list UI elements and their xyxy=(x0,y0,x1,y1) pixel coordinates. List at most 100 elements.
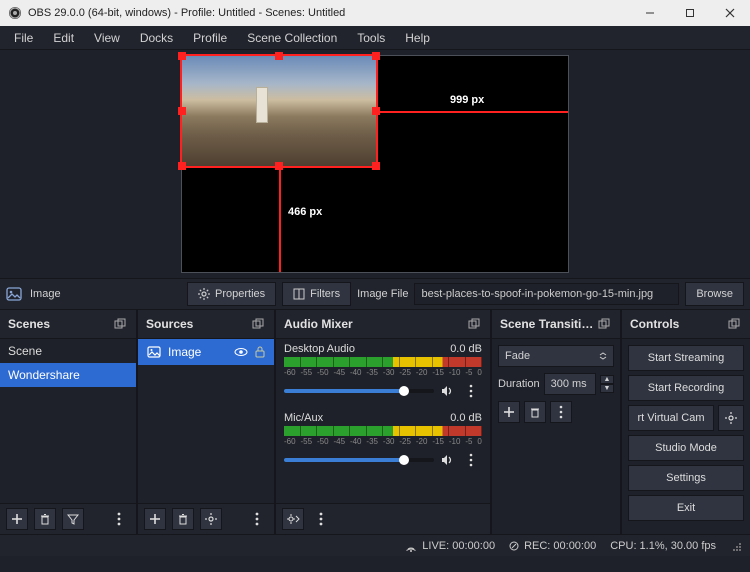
filters-icon xyxy=(293,288,305,300)
mixer-channel-more-button[interactable] xyxy=(460,449,482,471)
studio-mode-button[interactable]: Studio Mode xyxy=(628,435,744,461)
add-source-button[interactable] xyxy=(144,508,166,530)
record-icon xyxy=(509,541,519,551)
width-label: 999 px xyxy=(450,94,484,106)
add-scene-button[interactable] xyxy=(6,508,28,530)
scenes-list[interactable]: Scene Wondershare xyxy=(0,339,136,503)
chevron-updown-icon xyxy=(599,352,607,360)
preview-source-image[interactable] xyxy=(182,56,376,166)
menu-view[interactable]: View xyxy=(84,27,130,49)
filter-icon xyxy=(67,513,79,525)
width-guide xyxy=(376,111,568,113)
image-icon xyxy=(146,344,162,360)
sources-more-button[interactable] xyxy=(246,508,268,530)
scene-item[interactable]: Scene xyxy=(0,339,136,363)
properties-button[interactable]: Properties xyxy=(187,282,276,306)
menu-edit[interactable]: Edit xyxy=(43,27,84,49)
mixer-title: Audio Mixer xyxy=(284,317,353,331)
trash-icon xyxy=(177,513,189,525)
scenes-more-button[interactable] xyxy=(108,508,130,530)
browse-button[interactable]: Browse xyxy=(685,282,744,306)
mixer-popout-icon[interactable] xyxy=(466,316,482,332)
audio-meter xyxy=(284,357,482,367)
selected-source-label: Image xyxy=(30,288,61,300)
scene-item[interactable]: Wondershare xyxy=(0,363,136,387)
mixer-more-button[interactable] xyxy=(310,508,332,530)
filters-button[interactable]: Filters xyxy=(282,282,351,306)
image-file-field[interactable]: best-places-to-spoof-in-pokemon-go-15-mi… xyxy=(414,283,679,305)
broadcast-icon xyxy=(405,540,417,552)
remove-source-button[interactable] xyxy=(172,508,194,530)
scene-filters-button[interactable] xyxy=(62,508,84,530)
maximize-button[interactable] xyxy=(670,0,710,26)
transitions-title: Scene Transiti… xyxy=(500,317,593,331)
volume-slider[interactable] xyxy=(284,458,434,462)
preview-canvas[interactable]: 999 px 466 px xyxy=(181,55,569,273)
window-title: OBS 29.0.0 (64-bit, windows) - Profile: … xyxy=(28,7,345,19)
menu-profile[interactable]: Profile xyxy=(183,27,237,49)
sources-title: Sources xyxy=(146,317,193,331)
trash-icon xyxy=(529,406,541,418)
window-titlebar: OBS 29.0.0 (64-bit, windows) - Profile: … xyxy=(0,0,750,26)
obs-logo-icon xyxy=(8,6,22,20)
menu-docks[interactable]: Docks xyxy=(130,27,183,49)
gear-icon xyxy=(286,513,300,525)
volume-slider[interactable] xyxy=(284,389,434,393)
remove-transition-button[interactable] xyxy=(524,401,546,423)
image-file-label: Image File xyxy=(357,288,408,300)
remove-scene-button[interactable] xyxy=(34,508,56,530)
statusbar-resize-grip[interactable] xyxy=(730,540,742,552)
menu-tools[interactable]: Tools xyxy=(347,27,395,49)
meter-scale: -60-55-50-45-40-35-30-25-20-15-10-50 xyxy=(284,368,482,377)
mixer-channel-name: Mic/Aux xyxy=(284,412,323,424)
trash-icon xyxy=(39,513,51,525)
source-toolbar: Image Properties Filters Image File best… xyxy=(0,278,750,310)
source-properties-button[interactable] xyxy=(200,508,222,530)
mixer-advanced-button[interactable] xyxy=(282,508,304,530)
lock-icon[interactable] xyxy=(254,345,266,359)
scenes-popout-icon[interactable] xyxy=(112,316,128,332)
speaker-icon[interactable] xyxy=(440,384,454,398)
exit-button[interactable]: Exit xyxy=(628,495,744,521)
scenes-title: Scenes xyxy=(8,317,50,331)
gear-icon xyxy=(725,412,737,424)
status-rec: REC: 00:00:00 xyxy=(524,540,596,552)
mixer-channel-level: 0.0 dB xyxy=(450,412,482,424)
audio-meter xyxy=(284,426,482,436)
menu-help[interactable]: Help xyxy=(395,27,440,49)
add-transition-button[interactable] xyxy=(498,401,520,423)
mixer-channel-level: 0.0 dB xyxy=(450,343,482,355)
status-cpu: CPU: 1.1%, 30.00 fps xyxy=(610,540,716,552)
duration-label: Duration xyxy=(498,378,540,390)
mixer-channel-name: Desktop Audio xyxy=(284,343,355,355)
transition-more-button[interactable] xyxy=(550,401,572,423)
mixer-channel-more-button[interactable] xyxy=(460,380,482,402)
preview-area[interactable]: 999 px 466 px xyxy=(0,50,750,278)
height-guide xyxy=(279,166,281,272)
menu-file[interactable]: File xyxy=(4,27,43,49)
duration-field[interactable]: 300 ms xyxy=(544,373,596,395)
virtual-cam-settings-button[interactable] xyxy=(718,405,744,431)
settings-button[interactable]: Settings xyxy=(628,465,744,491)
image-icon xyxy=(6,286,22,302)
menu-scene-collection[interactable]: Scene Collection xyxy=(237,27,347,49)
close-button[interactable] xyxy=(710,0,750,26)
start-virtual-cam-button[interactable]: rt Virtual Cam xyxy=(628,405,714,431)
gear-icon xyxy=(198,288,210,300)
sources-list[interactable]: Image xyxy=(138,339,274,503)
transition-select[interactable]: Fade xyxy=(498,345,614,367)
visibility-icon[interactable] xyxy=(234,345,248,359)
gear-icon xyxy=(205,513,217,525)
duration-up-button[interactable]: ▲ xyxy=(600,375,614,384)
source-item[interactable]: Image xyxy=(138,339,274,365)
duration-down-button[interactable]: ▼ xyxy=(600,384,614,393)
transitions-popout-icon[interactable] xyxy=(596,316,612,332)
statusbar: LIVE: 00:00:00 REC: 00:00:00 CPU: 1.1%, … xyxy=(0,534,750,556)
minimize-button[interactable] xyxy=(630,0,670,26)
speaker-icon[interactable] xyxy=(440,453,454,467)
sources-popout-icon[interactable] xyxy=(250,316,266,332)
controls-popout-icon[interactable] xyxy=(726,316,742,332)
start-streaming-button[interactable]: Start Streaming xyxy=(628,345,744,371)
start-recording-button[interactable]: Start Recording xyxy=(628,375,744,401)
controls-title: Controls xyxy=(630,317,679,331)
